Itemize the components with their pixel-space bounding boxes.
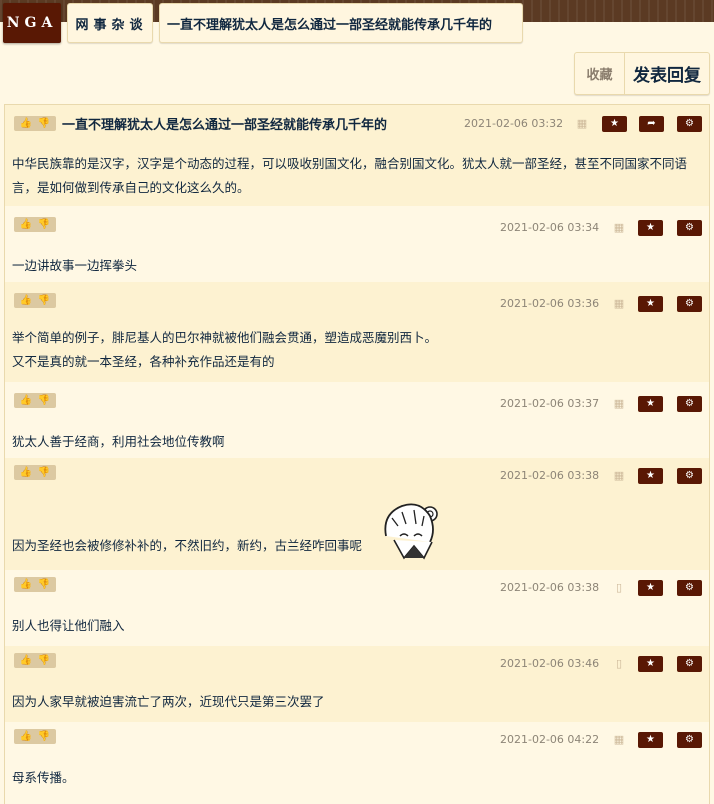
- post-content: 一边讲故事一边挥拳头: [12, 258, 138, 273]
- post-time: 2021-02-06 03:32: [464, 117, 564, 130]
- star-icon: ★: [646, 398, 655, 409]
- share-icon: ➦: [647, 118, 656, 129]
- settings-button[interactable]: ⚙: [677, 656, 702, 672]
- post-content: 中华民族靠的是汉字，汉字是个动态的过程，可以吸收别国文化，融合别国文化。犹太人就…: [12, 156, 688, 195]
- settings-button[interactable]: ⚙: [677, 116, 702, 132]
- gear-icon: ⚙: [685, 734, 694, 745]
- star-button[interactable]: ★: [638, 220, 663, 236]
- thumbs-up-down-icon[interactable]: 👍 👎: [14, 729, 56, 744]
- thumbs-up-down-icon[interactable]: 👍 👎: [14, 217, 56, 232]
- phone-icon: ▯: [615, 657, 623, 670]
- star-button[interactable]: ★: [638, 732, 663, 748]
- reply-post: 👍 👎 2021-02-06 04:22 ▦ ★ ⚙ 母系传播。: [5, 722, 709, 801]
- post-content-line: 又不是真的就一本圣经，各种补充作品还是有的: [12, 354, 275, 369]
- star-icon: ★: [646, 222, 655, 233]
- post-content-line: 举个简单的例子，腓尼基人的巴尔神就被他们融会贯通，塑造成恶魔别西卜。: [12, 330, 438, 345]
- star-button[interactable]: ★: [638, 296, 663, 312]
- share-button[interactable]: ➦: [639, 116, 664, 132]
- thumbs-up-down-icon[interactable]: 👍 👎: [14, 653, 56, 668]
- reply-post: 👍 👎 2021-02-06 03:38 ▦ ★ ⚙ 因为圣经也会被修修补补的，不…: [5, 458, 709, 570]
- reply-post: 👍 👎 2021-02-06 03:46 ▯ ★ ⚙ 因为人家早就被迫害流亡了两次…: [5, 646, 709, 722]
- star-button[interactable]: ★: [602, 116, 627, 132]
- star-icon: ★: [646, 470, 655, 481]
- breadcrumb-thread-title[interactable]: 一直不理解犹太人是怎么通过一部圣经就能传承几千年的: [159, 3, 523, 43]
- gear-icon: ⚙: [685, 582, 694, 593]
- nga-logo[interactable]: NGA: [3, 3, 61, 43]
- settings-button[interactable]: ⚙: [677, 468, 702, 484]
- star-icon: ★: [610, 118, 619, 129]
- star-button[interactable]: ★: [638, 396, 663, 412]
- thumbs-up-down-icon[interactable]: 👍 👎: [14, 293, 56, 308]
- post-content: 犹太人善于经商，利用社会地位传教啊: [12, 434, 225, 449]
- android-icon: ▦: [613, 733, 625, 746]
- star-button[interactable]: ★: [638, 656, 663, 672]
- post-time: 2021-02-06 03:38: [500, 469, 600, 482]
- android-icon: ▦: [576, 117, 588, 130]
- post-time: 2021-02-06 03:37: [500, 397, 600, 410]
- settings-button[interactable]: ⚙: [677, 396, 702, 412]
- android-icon: ▦: [613, 397, 625, 410]
- reply-post: 👍 👎 2021-02-06 03:34 ▦ ★ ⚙ 一边讲故事一边挥拳头: [5, 206, 709, 282]
- thread-actions: 收藏 发表回复: [574, 52, 710, 95]
- settings-button[interactable]: ⚙: [677, 220, 702, 236]
- android-icon: ▦: [613, 297, 625, 310]
- gear-icon: ⚙: [685, 298, 694, 309]
- reply-button[interactable]: 发表回复: [625, 53, 709, 94]
- breadcrumb-board[interactable]: 网事杂谈: [67, 3, 153, 43]
- android-icon: ▦: [613, 221, 625, 234]
- android-icon: ▦: [613, 469, 625, 482]
- star-icon: ★: [646, 298, 655, 309]
- reply-post: 👍 👎 2021-02-06 03:36 ▦ ★ ⚙ 举个简单的例子，腓尼基人的巴…: [5, 282, 709, 382]
- post-main: 👍 👎 一直不理解犹太人是怎么通过一部圣经就能传承几千年的 2021-02-06 …: [5, 105, 709, 206]
- phone-icon: ▯: [615, 581, 623, 594]
- favorite-button[interactable]: 收藏: [575, 53, 625, 94]
- star-button[interactable]: ★: [638, 468, 663, 484]
- gear-icon: ⚙: [685, 470, 694, 481]
- post-time: 2021-02-06 03:38: [500, 581, 600, 594]
- gear-icon: ⚙: [685, 118, 694, 129]
- post-list: 👍 👎 一直不理解犹太人是怎么通过一部圣经就能传承几千年的 2021-02-06 …: [4, 104, 710, 804]
- post-time: 2021-02-06 03:34: [500, 221, 600, 234]
- settings-button[interactable]: ⚙: [677, 580, 702, 596]
- star-button[interactable]: ★: [638, 580, 663, 596]
- gear-icon: ⚙: [685, 398, 694, 409]
- thumbs-up-down-icon[interactable]: 👍 👎: [14, 116, 56, 131]
- star-icon: ★: [646, 582, 655, 593]
- post-time: 2021-02-06 03:36: [500, 297, 600, 310]
- settings-button[interactable]: ⚙: [677, 732, 702, 748]
- post-time: 2021-02-06 04:22: [500, 733, 600, 746]
- post-time: 2021-02-06 03:46: [500, 657, 600, 670]
- post-content: 母系传播。: [12, 770, 75, 785]
- gear-icon: ⚙: [685, 222, 694, 233]
- post-content: 别人也得让他们融入: [12, 618, 125, 633]
- post-content: 因为人家早就被迫害流亡了两次，近现代只是第三次罢了: [12, 694, 325, 709]
- gear-icon: ⚙: [685, 658, 694, 669]
- thumbs-up-down-icon[interactable]: 👍 👎: [14, 465, 56, 480]
- post-title: 一直不理解犹太人是怎么通过一部圣经就能传承几千年的: [62, 118, 388, 133]
- star-icon: ★: [646, 658, 655, 669]
- star-icon: ★: [646, 734, 655, 745]
- reply-post: 👍 👎 2021-02-06 03:38 ▯ ★ ⚙ 别人也得让他们融入: [5, 570, 709, 646]
- thumbs-up-down-icon[interactable]: 👍 👎: [14, 577, 56, 592]
- reply-post: 👍 👎 2021-02-06 03:37 ▦ ★ ⚙ 犹太人善于经商，利用社会地位…: [5, 382, 709, 458]
- post-content: 因为圣经也会被修修补补的，不然旧约，新约，古兰经咋回事呢: [12, 538, 363, 553]
- settings-button[interactable]: ⚙: [677, 296, 702, 312]
- thumbs-up-down-icon[interactable]: 👍 👎: [14, 393, 56, 408]
- anime-sticker: [384, 503, 438, 560]
